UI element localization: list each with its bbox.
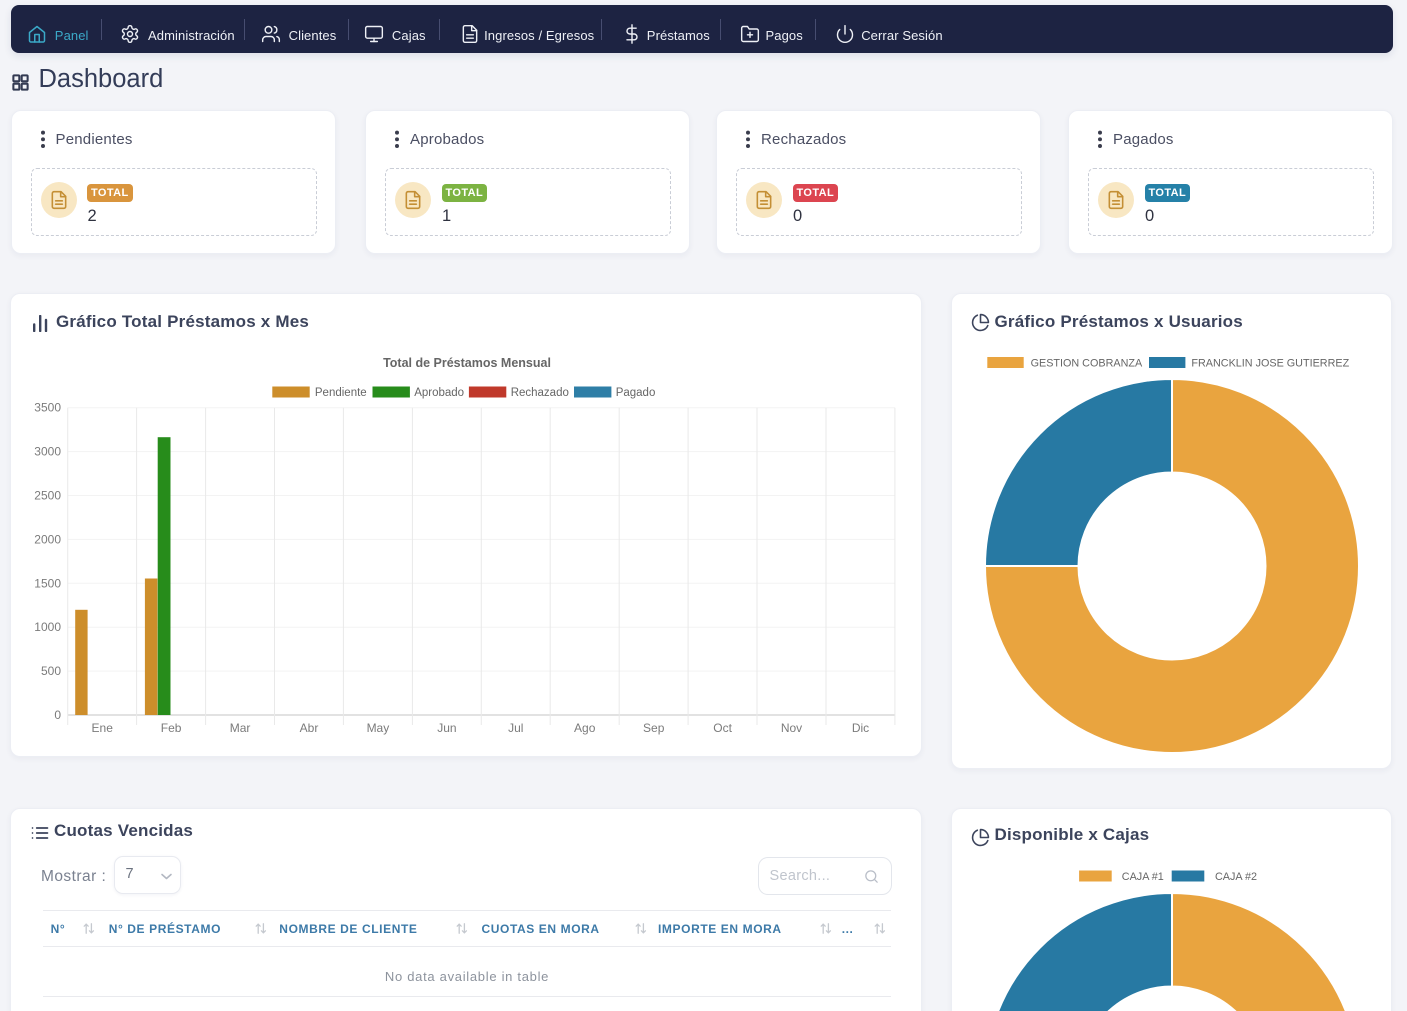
svg-text:FRANCKLIN JOSE GUTIERREZ: FRANCKLIN JOSE GUTIERREZ bbox=[1191, 358, 1349, 370]
svg-text:Sep: Sep bbox=[643, 721, 665, 735]
svg-text:Pagado: Pagado bbox=[616, 387, 656, 399]
svg-text:3000: 3000 bbox=[34, 445, 61, 459]
svg-text:1500: 1500 bbox=[34, 576, 61, 590]
svg-text:Ene: Ene bbox=[92, 721, 114, 735]
svg-text:Mar: Mar bbox=[230, 721, 251, 735]
svg-text:CAJA #2: CAJA #2 bbox=[1215, 871, 1257, 883]
svg-text:Feb: Feb bbox=[161, 721, 182, 735]
svg-text:500: 500 bbox=[41, 664, 61, 678]
svg-text:Abr: Abr bbox=[300, 721, 319, 735]
svg-text:0: 0 bbox=[54, 708, 61, 722]
svg-text:GESTION COBRANZA: GESTION COBRANZA bbox=[1031, 358, 1143, 370]
svg-text:3500: 3500 bbox=[34, 401, 61, 415]
svg-text:Oct: Oct bbox=[713, 721, 732, 735]
svg-text:2000: 2000 bbox=[34, 532, 61, 546]
svg-text:1000: 1000 bbox=[34, 620, 61, 634]
svg-text:Jul: Jul bbox=[508, 721, 523, 735]
svg-text:Aprobado: Aprobado bbox=[414, 387, 464, 399]
svg-text:2500: 2500 bbox=[34, 489, 61, 503]
svg-text:Pendiente: Pendiente bbox=[315, 387, 367, 399]
svg-text:Nov: Nov bbox=[781, 721, 802, 735]
svg-text:Jun: Jun bbox=[437, 721, 456, 735]
svg-text:CAJA #1: CAJA #1 bbox=[1122, 871, 1164, 883]
svg-text:Dic: Dic bbox=[852, 721, 869, 735]
svg-text:May: May bbox=[367, 721, 390, 735]
svg-text:Rechazado: Rechazado bbox=[511, 387, 569, 399]
svg-text:Ago: Ago bbox=[574, 721, 596, 735]
svg-text:Total de Préstamos Mensual: Total de Préstamos Mensual bbox=[383, 356, 551, 370]
